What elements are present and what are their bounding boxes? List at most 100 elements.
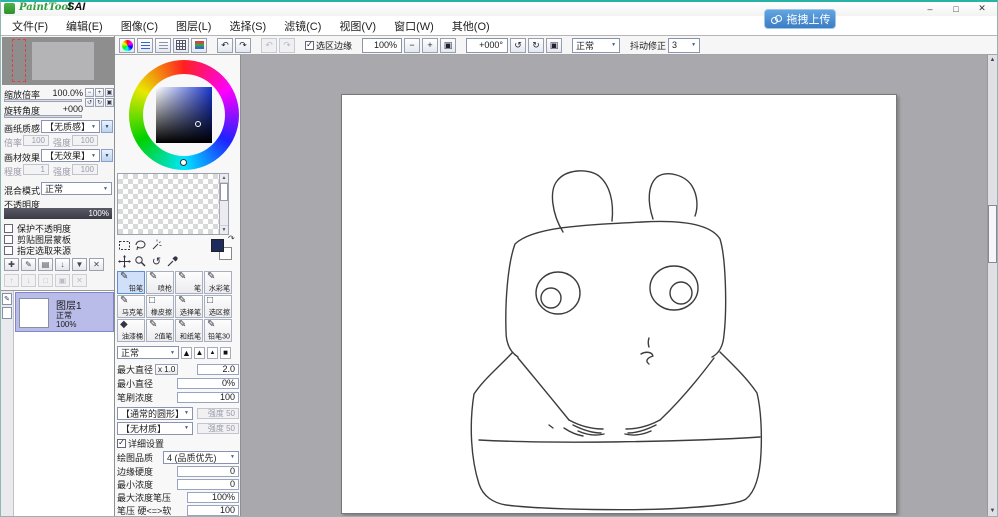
lasso-tool[interactable] [133, 238, 148, 253]
pressure-slider[interactable]: 100 [187, 505, 239, 516]
magic-wand-tool[interactable] [149, 238, 164, 253]
history-back-button[interactable]: ↶ [261, 38, 277, 53]
canvas-vertical-scrollbar[interactable]: ▲ ▼ [987, 55, 997, 516]
brush-shape-dropdown[interactable]: 【通常的圆形】 [117, 407, 193, 420]
opacity-slider[interactable]: 100% [4, 208, 112, 219]
history-forward-button[interactable]: ↷ [279, 38, 295, 53]
canvas-scroll-thumb[interactable] [988, 205, 997, 263]
diameter-unit-button[interactable]: x 1.0 [155, 364, 178, 375]
min-density-slider[interactable]: 0 [177, 479, 239, 490]
zoom-out-button[interactable]: − [404, 38, 420, 53]
color-wheel-tab-button[interactable] [119, 38, 135, 53]
layer-row-selected[interactable]: 图层1 正常 100% [15, 292, 114, 332]
detail-settings-checkbox[interactable] [117, 439, 126, 448]
brush-texture-dropdown[interactable]: 【无材质】 [117, 422, 193, 435]
saturation-value-square[interactable] [156, 87, 212, 143]
new-vector-layer-button[interactable]: ✎ [21, 258, 36, 271]
menu-file[interactable]: 文件(F) [3, 16, 57, 35]
close-icon[interactable]: ✕ [969, 2, 995, 15]
material-strength-value[interactable]: 100 [72, 164, 98, 175]
brush-shape-strength[interactable]: 强度 50 [197, 408, 239, 419]
navigator-view-frame[interactable] [12, 39, 26, 82]
nav-rotate-cw-button[interactable]: ↻ [95, 98, 104, 107]
zoom-reset-button[interactable]: ▣ [440, 38, 456, 53]
brush-tip-small-button[interactable]: ▲ [207, 347, 218, 359]
eyedropper-tool[interactable] [165, 254, 180, 269]
material-degree-value[interactable]: 1 [23, 164, 49, 175]
nav-zoom-in-button[interactable]: + [95, 88, 104, 97]
menu-edit[interactable]: 编辑(E) [57, 16, 112, 35]
stabilizer-dropdown[interactable]: 3 [668, 38, 700, 53]
copy-layer-button[interactable]: □ [38, 274, 53, 287]
max-density-pressure-slider[interactable]: 100% [187, 492, 239, 503]
scratchpad-scrollbar[interactable]: ▲ ▼ [219, 174, 228, 234]
toggle-selection-source[interactable]: 指定选取来源 [4, 244, 71, 257]
nav-zoom-out-button[interactable]: − [85, 88, 94, 97]
menu-others[interactable]: 其他(O) [443, 16, 499, 35]
gray-bar-tab-button[interactable] [155, 38, 171, 53]
material-effect-expand-button[interactable] [101, 149, 113, 162]
scratchpad-scroll-thumb[interactable] [220, 183, 228, 201]
nav-zoom-reset-button[interactable]: ▣ [105, 88, 114, 97]
brush-blend-dropdown[interactable]: 正常 [117, 346, 179, 359]
new-layer-set-button[interactable]: ▤ [38, 258, 53, 271]
brush-airbrush[interactable]: ✎喷枪 [146, 271, 174, 294]
nav-rotation-slider[interactable] [4, 115, 82, 118]
brush-tip-medium-button[interactable]: ▲ [194, 347, 205, 359]
density-slider[interactable]: 100 [177, 392, 239, 403]
clipping-group-checkbox[interactable] [4, 235, 13, 244]
menu-filter[interactable]: 滤镜(C) [275, 16, 330, 35]
brush-tip-square-button[interactable]: ■ [220, 347, 231, 359]
menu-select[interactable]: 选择(S) [220, 16, 275, 35]
zoom-field[interactable]: 100% [362, 38, 402, 53]
sv-marker[interactable] [195, 121, 201, 127]
color-wheel[interactable] [129, 60, 239, 170]
zoom-in-button[interactable]: + [422, 38, 438, 53]
menu-window[interactable]: 窗口(W) [385, 16, 443, 35]
brush-marker[interactable]: ✎马克笔 [117, 295, 145, 318]
brush-pencil[interactable]: ✎铅笔 [117, 271, 145, 294]
menu-image[interactable]: 图像(C) [112, 16, 167, 35]
menu-layer[interactable]: 图层(L) [167, 16, 220, 35]
rgb-slider-tab-button[interactable] [191, 38, 207, 53]
drag-upload-button[interactable]: 拖拽上传 [764, 9, 836, 29]
brush-watercolor[interactable]: ✎水彩笔 [204, 271, 232, 294]
canvas-scroll-down-icon[interactable]: ▼ [988, 506, 997, 516]
menu-view[interactable]: 视图(V) [330, 16, 385, 35]
hue-marker[interactable] [180, 159, 187, 166]
rotate-view-tool[interactable]: ↺ [149, 254, 164, 269]
selection-edge-checkbox[interactable] [305, 41, 314, 50]
rotate-ccw-button[interactable]: ↺ [510, 38, 526, 53]
nav-rotate-reset-button[interactable]: ▣ [105, 98, 114, 107]
blend-mode-dropdown[interactable]: 正常 [41, 182, 112, 195]
brush-binary-pen[interactable]: ✎2值笔 [146, 319, 174, 342]
rotate-reset-button[interactable]: ▣ [546, 38, 562, 53]
scratchpad[interactable]: ▲ ▼ [117, 173, 229, 235]
move-tool[interactable] [117, 254, 132, 269]
scroll-down-icon[interactable]: ▼ [220, 225, 228, 234]
swap-colors-icon[interactable]: ↷ [228, 234, 235, 243]
swatch-grid-tab-button[interactable] [173, 38, 189, 53]
rotation-field[interactable]: +000° [466, 38, 508, 53]
new-layer-button[interactable]: ✚ [4, 258, 19, 271]
brush-bucket[interactable]: ◆油漆桶 [117, 319, 145, 342]
paste-layer-button[interactable]: ▣ [55, 274, 70, 287]
canvas-scroll-up-icon[interactable]: ▲ [988, 55, 997, 65]
move-layer-down-button[interactable]: ↓ [21, 274, 36, 287]
merge-down-button[interactable]: ▼ [72, 258, 87, 271]
brush-select-eraser[interactable]: □选区擦 [204, 295, 232, 318]
nav-rotate-ccw-button[interactable]: ↺ [85, 98, 94, 107]
paint-mode-dropdown[interactable]: 正常 [572, 38, 620, 53]
rotate-cw-button[interactable]: ↻ [528, 38, 544, 53]
layer-thumbnail[interactable] [19, 298, 49, 328]
maximize-icon[interactable]: □ [943, 2, 969, 15]
brush-texture-strength[interactable]: 强度 50 [197, 423, 239, 434]
hue-bar-tab-button[interactable] [137, 38, 153, 53]
preserve-opacity-checkbox[interactable] [4, 224, 13, 233]
paper-scale-value[interactable]: 100 [23, 135, 49, 146]
paper-strength-value[interactable]: 100 [72, 135, 98, 146]
brush-tip-large-button[interactable]: ▲ [181, 347, 192, 359]
brush-pencil30[interactable]: ✎铅笔30 [204, 319, 232, 342]
primary-color-swatch[interactable] [211, 239, 224, 252]
undo-button[interactable]: ↶ [217, 38, 233, 53]
